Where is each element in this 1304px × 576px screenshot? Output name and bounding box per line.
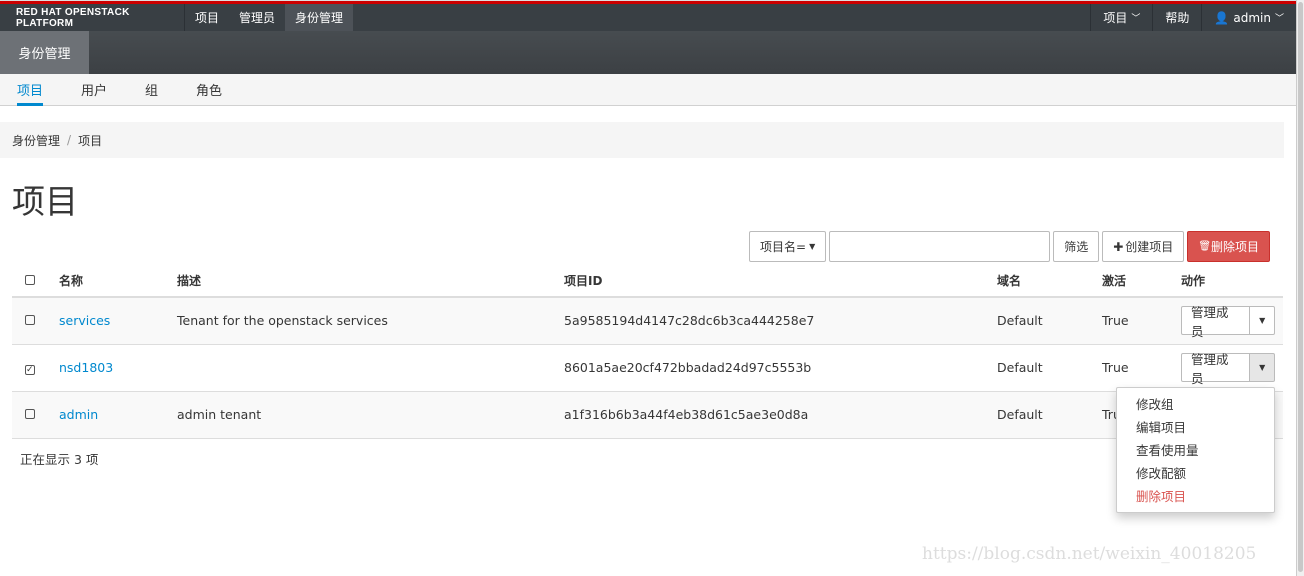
project-id: a1f316b6b3a44f4eb38d61c5ae3e0d8a <box>564 391 997 439</box>
filter-field-label: 项目名= <box>760 240 807 254</box>
manage-members-button[interactable]: 管理成员 <box>1181 352 1251 386</box>
table-row: ✓ nsd1803 8601a5ae20cf472bbadad24d97c555… <box>12 344 1283 392</box>
breadcrumb-current: 项目 <box>78 133 103 148</box>
tab-groups[interactable]: 组 <box>128 74 175 105</box>
project-id: 5a9585194d4147c28dc6b3ca444258e7 <box>564 297 997 345</box>
secondary-nav: 身份管理 <box>0 31 1296 74</box>
projects-table: 名称 描述 项目ID 域名 激活 动作 services Tenant for … <box>12 265 1283 439</box>
project-name-link[interactable]: services <box>59 313 110 328</box>
col-actions: 动作 <box>1181 265 1283 298</box>
user-menu[interactable]: 👤 admin ﹀ <box>1201 4 1296 31</box>
row-actions-dropdown: 修改组 编辑项目 查看使用量 修改配额 删除项目 <box>1116 387 1275 513</box>
project-id: 8601a5ae20cf472bbadad24d97c5553b <box>564 344 997 392</box>
col-domain[interactable]: 域名 <box>997 265 1102 298</box>
menu-item-delete-project[interactable]: 删除项目 <box>1117 485 1274 508</box>
caret-down-icon: ▼ <box>809 242 816 251</box>
tertiary-tabs: 项目 用户 组 角色 <box>0 74 1296 106</box>
project-domain: Default <box>997 297 1102 345</box>
watermark: https://blog.csdn.net/weixin_40018205 <box>922 544 1257 564</box>
nav-project[interactable]: 项目 <box>185 4 229 31</box>
tab-users[interactable]: 用户 <box>64 74 124 105</box>
project-enabled: True <box>1102 297 1181 345</box>
project-menu-label: 项目 <box>1103 11 1128 25</box>
menu-item-edit-project[interactable]: 编辑项目 <box>1117 416 1274 439</box>
project-description: Tenant for the openstack services <box>177 297 564 345</box>
menu-item-view-usage[interactable]: 查看使用量 <box>1117 439 1274 462</box>
delete-projects-label: 删除项目 <box>1211 240 1260 254</box>
breadcrumb-separator: / <box>67 133 72 147</box>
help-link[interactable]: 帮助 <box>1152 4 1201 31</box>
project-domain: Default <box>997 391 1102 439</box>
project-name-link[interactable]: nsd1803 <box>59 360 113 375</box>
tab-roles[interactable]: 角色 <box>179 74 239 105</box>
project-menu[interactable]: 项目 ﹀ <box>1090 4 1152 31</box>
row-checkbox[interactable]: ✓ <box>25 365 35 375</box>
table-row: services Tenant for the openstack servic… <box>12 297 1283 345</box>
menu-item-modify-quotas[interactable]: 修改配额 <box>1117 462 1274 485</box>
delete-projects-button[interactable]: 🗑 删除项目 <box>1187 231 1271 262</box>
scrollbar-thumb[interactable] <box>1298 2 1303 572</box>
brand-logo[interactable]: RED HAT OPENSTACK PLATFORM <box>0 4 185 31</box>
breadcrumb-identity[interactable]: 身份管理 <box>12 132 60 149</box>
row-action-group: 管理成员▼ <box>1181 305 1275 339</box>
row-checkbox[interactable] <box>25 409 35 419</box>
tab-projects[interactable]: 项目 <box>0 74 60 106</box>
table-row: admin admin tenant a1f316b6b3a44f4eb38d6… <box>12 391 1283 439</box>
nav-identity[interactable]: 身份管理 <box>285 4 354 31</box>
manage-members-button[interactable]: 管理成员 <box>1181 305 1251 339</box>
nav-admin[interactable]: 管理员 <box>229 4 285 31</box>
project-domain: Default <box>997 344 1102 392</box>
create-project-label: 创建项目 <box>1125 240 1174 254</box>
trash-icon: 🗑 <box>1198 241 1212 252</box>
project-name-link[interactable]: admin <box>59 407 98 422</box>
filter-button[interactable]: 筛选 <box>1053 231 1100 262</box>
scrollbar[interactable] <box>1296 0 1304 576</box>
project-description <box>177 344 564 392</box>
project-enabled: True <box>1102 344 1181 392</box>
col-name[interactable]: 名称 <box>59 265 177 298</box>
filter-input[interactable] <box>829 231 1051 262</box>
table-toolbar: 项目名= ▼ 筛选 ✚ 创建项目 🗑 删除项目 <box>749 231 1271 262</box>
item-count: 正在显示 3 项 <box>20 452 99 467</box>
user-name: admin <box>1233 10 1271 25</box>
user-icon: 👤 <box>1214 10 1230 25</box>
select-all-checkbox[interactable] <box>25 274 35 285</box>
chevron-down-icon: ﹀ <box>1274 14 1284 24</box>
project-description: admin tenant <box>177 391 564 439</box>
menu-item-modify-groups[interactable]: 修改组 <box>1117 393 1274 416</box>
chevron-down-icon: ﹀ <box>1131 14 1141 24</box>
breadcrumb: 身份管理 / 项目 <box>0 122 1284 158</box>
filter-field-select[interactable]: 项目名= ▼ <box>749 231 827 262</box>
secondary-nav-identity[interactable]: 身份管理 <box>0 31 89 74</box>
page-title: 项目 <box>12 182 78 221</box>
col-description[interactable]: 描述 <box>177 265 564 298</box>
top-navbar: RED HAT OPENSTACK PLATFORM 项目 管理员 身份管理 项… <box>0 4 1296 31</box>
col-enabled[interactable]: 激活 <box>1102 265 1181 298</box>
create-project-button[interactable]: ✚ 创建项目 <box>1102 231 1185 262</box>
actions-dropdown-toggle[interactable]: ▼ <box>1250 353 1275 382</box>
actions-dropdown-toggle[interactable]: ▼ <box>1250 306 1275 336</box>
row-action-group: 管理成员▼ <box>1181 352 1275 386</box>
col-project-id[interactable]: 项目ID <box>564 265 997 298</box>
row-checkbox[interactable] <box>25 315 35 326</box>
plus-icon: ✚ <box>1113 239 1124 254</box>
